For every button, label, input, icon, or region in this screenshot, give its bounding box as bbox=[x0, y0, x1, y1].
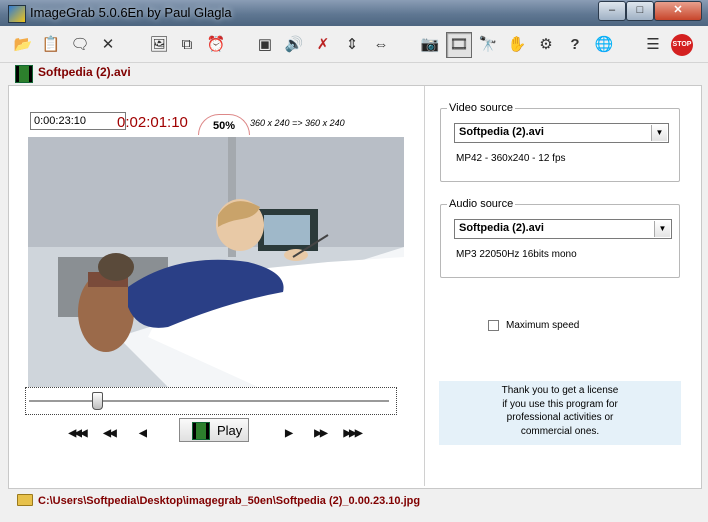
toolbar: 📂 📋 🗨 ✕ 🖼 ⧉ ⏰ ▣ 🔊 ✗ ⇕ ⇔ 📷 🎞 🔭 ✋ ⚙ ? 🌐 ☰ … bbox=[0, 26, 708, 63]
screen-icon: ▣ bbox=[257, 36, 273, 53]
video-preview bbox=[28, 137, 404, 387]
save-image-button[interactable]: 🖼 bbox=[146, 32, 172, 58]
chevron-down-icon[interactable]: ▼ bbox=[654, 221, 670, 237]
globe-button[interactable]: 🌐 bbox=[591, 32, 617, 58]
fast-back-button[interactable]: ◀◀◀ bbox=[66, 426, 88, 442]
minimize-button[interactable]: – bbox=[598, 1, 626, 21]
window-title: ImageGrab 5.0.6En by Paul Glagla bbox=[30, 5, 232, 20]
paste-icon: 📋 bbox=[41, 36, 61, 53]
video-source-info: MP42 - 360x240 - 12 fps bbox=[456, 153, 566, 164]
film-icon bbox=[15, 65, 33, 83]
no-video-button[interactable]: ✗ bbox=[310, 32, 336, 58]
video-frame-image bbox=[28, 137, 404, 387]
flip-horizontal-icon: ⇔ bbox=[373, 36, 389, 53]
panel-divider bbox=[424, 86, 425, 486]
camera-button[interactable]: 📷 bbox=[417, 32, 443, 58]
audio-source-legend: Audio source bbox=[449, 198, 514, 210]
play-button[interactable]: Play bbox=[179, 418, 249, 442]
license-line: Thank you to get a license bbox=[501, 385, 619, 396]
video-source-select[interactable]: Softpedia (2).avi ▼ bbox=[454, 123, 669, 143]
duration-label: 0:02:01:10 bbox=[117, 114, 188, 131]
copy-button[interactable]: ⧉ bbox=[174, 32, 200, 58]
video-source-legend: Video source bbox=[449, 102, 514, 114]
help-button[interactable]: ? bbox=[562, 32, 588, 58]
license-line: if you use this program for bbox=[502, 398, 618, 410]
video-source-selected: Softpedia (2).avi bbox=[459, 126, 544, 138]
chevron-down-icon[interactable]: ▼ bbox=[651, 125, 667, 141]
step-forward-button[interactable]: ▶▶ bbox=[309, 426, 331, 442]
flip-vertical-button[interactable]: ⇕ bbox=[339, 32, 365, 58]
flip-horizontal-button[interactable]: ⇔ bbox=[368, 32, 394, 58]
license-line: professional activities or bbox=[506, 412, 614, 423]
settings-icon: ⚙ bbox=[539, 36, 553, 53]
position-input[interactable]: 0:00:23:10 bbox=[30, 112, 126, 130]
no-video-icon: ✗ bbox=[316, 36, 330, 53]
alarm-clock-icon: ⏰ bbox=[206, 36, 226, 53]
list-button[interactable]: ☰ bbox=[640, 32, 666, 58]
output-path: C:\Users\Softpedia\Desktop\imagegrab_50e… bbox=[38, 495, 421, 507]
stop-button[interactable]: STOP bbox=[669, 32, 695, 58]
audio-source-selected: Softpedia (2).avi bbox=[459, 222, 544, 234]
file-bar: Softpedia (2).avi bbox=[8, 62, 700, 84]
folder-icon bbox=[17, 494, 33, 506]
copy-icon: ⧉ bbox=[181, 36, 193, 53]
close-file-button[interactable]: ✕ bbox=[95, 32, 121, 58]
hand-image-icon: ✋ bbox=[507, 36, 527, 53]
close-window-button[interactable]: ✕ bbox=[654, 1, 702, 21]
film-icon bbox=[192, 422, 210, 440]
frame-back-button[interactable]: ◀ bbox=[131, 426, 153, 442]
paste-button[interactable]: 📋 bbox=[38, 32, 64, 58]
title-bar: ImageGrab 5.0.6En by Paul Glagla – □ ✕ bbox=[0, 0, 708, 26]
step-back-button[interactable]: ◀◀ bbox=[98, 426, 120, 442]
stop-icon: STOP bbox=[671, 34, 693, 56]
list-icon: ☰ bbox=[646, 36, 660, 53]
comment-button[interactable]: 🗨 bbox=[67, 32, 93, 58]
frame-forward-button[interactable]: ▶ bbox=[277, 426, 299, 442]
audio-source-info: MP3 22050Hz 16bits mono bbox=[456, 249, 577, 260]
globe-icon: 🌐 bbox=[594, 36, 614, 53]
license-line: commercial ones. bbox=[520, 425, 600, 437]
app-icon bbox=[8, 5, 26, 23]
volume-button[interactable]: 🔊 bbox=[281, 32, 307, 58]
audio-source-select[interactable]: Softpedia (2).avi ▼ bbox=[454, 219, 672, 239]
file-name: Softpedia (2).avi bbox=[38, 65, 131, 79]
film-icon: 🎞 bbox=[449, 36, 469, 53]
maximize-button[interactable]: □ bbox=[626, 1, 654, 21]
open-folder-icon: 📂 bbox=[13, 36, 33, 53]
play-label: Play bbox=[217, 423, 243, 438]
settings-button[interactable]: ⚙ bbox=[533, 32, 559, 58]
resolution-info: 360 x 240 => 360 x 240 bbox=[250, 118, 345, 128]
license-notice: Thank you to get a license if you use th… bbox=[439, 381, 681, 445]
status-bar: C:\Users\Softpedia\Desktop\imagegrab_50e… bbox=[8, 490, 700, 514]
image-save-icon: 🖼 bbox=[149, 36, 169, 53]
fast-forward-button[interactable]: ▶▶▶ bbox=[341, 426, 363, 442]
flip-vertical-icon: ⇕ bbox=[345, 36, 359, 53]
seek-slider-track[interactable] bbox=[29, 400, 389, 403]
timer-button[interactable]: ⏰ bbox=[203, 32, 229, 58]
open-button[interactable]: 📂 bbox=[10, 32, 36, 58]
speaker-icon: 🔊 bbox=[284, 36, 304, 53]
maximum-speed-checkbox[interactable] bbox=[488, 320, 499, 331]
binoculars-button[interactable]: 🔭 bbox=[475, 32, 501, 58]
comment-icon: 🗨 bbox=[70, 36, 90, 53]
hand-image-button[interactable]: ✋ bbox=[504, 32, 530, 58]
maximum-speed-label: Maximum speed bbox=[506, 320, 580, 331]
help-icon: ? bbox=[570, 36, 580, 53]
screen-button[interactable]: ▣ bbox=[252, 32, 278, 58]
film-button[interactable]: 🎞 bbox=[446, 32, 472, 58]
camera-icon: 📷 bbox=[420, 36, 440, 53]
seek-slider-thumb[interactable] bbox=[92, 392, 103, 410]
close-icon: ✕ bbox=[101, 36, 115, 53]
binoculars-icon: 🔭 bbox=[478, 36, 498, 53]
